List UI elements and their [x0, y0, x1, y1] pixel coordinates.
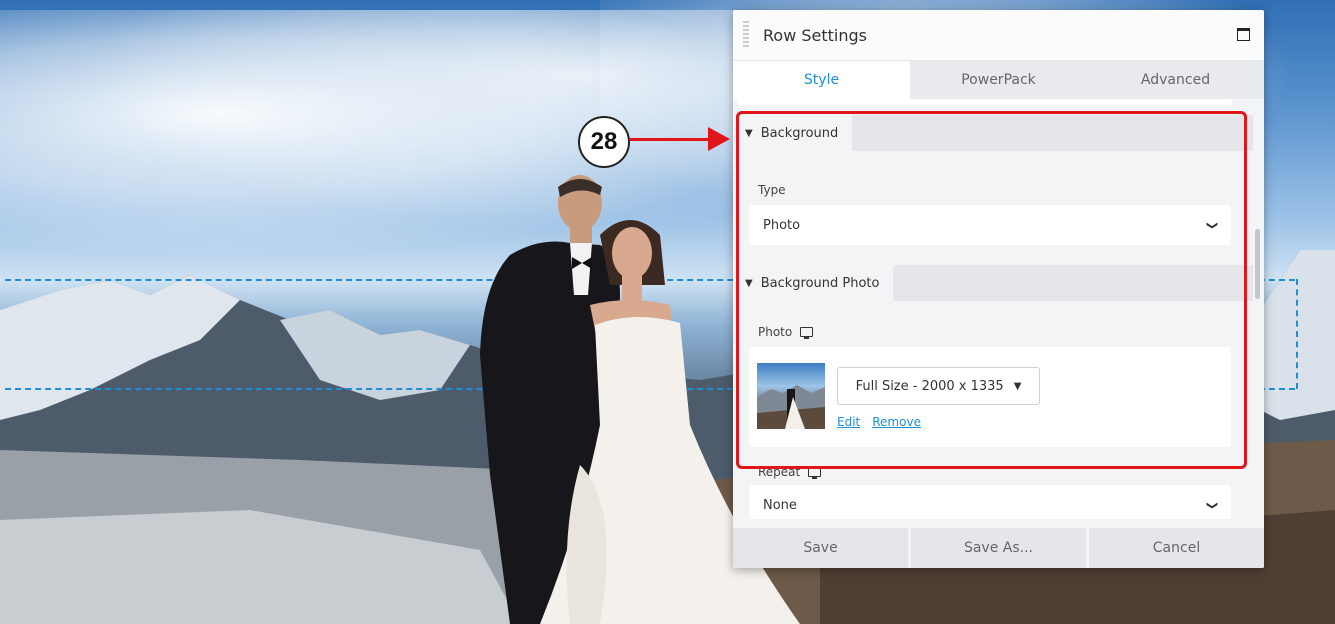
cancel-button[interactable]: Cancel — [1089, 528, 1264, 568]
tab-bar: Style PowerPack Advanced — [733, 61, 1264, 99]
panel-footer: Save Save As... Cancel — [733, 528, 1264, 568]
panel-scrollbar[interactable] — [1255, 229, 1260, 299]
row-guide-right — [1296, 279, 1298, 389]
panel-title: Row Settings — [763, 25, 867, 45]
tab-style[interactable]: Style — [733, 61, 910, 99]
repeat-value: None — [763, 497, 797, 513]
tab-powerpack[interactable]: PowerPack — [910, 61, 1087, 99]
save-button[interactable]: Save — [733, 528, 908, 568]
repeat-select[interactable]: None ❯ — [749, 485, 1231, 519]
save-as-button[interactable]: Save As... — [911, 528, 1086, 568]
tab-advanced[interactable]: Advanced — [1087, 61, 1264, 99]
drag-handle-icon[interactable] — [743, 21, 749, 49]
step-callout: 28 — [578, 116, 630, 168]
maximize-icon[interactable] — [1237, 28, 1250, 41]
chevron-down-icon: ❯ — [1205, 500, 1219, 510]
panel-header[interactable]: Row Settings — [733, 10, 1264, 61]
previous-field-edge — [737, 99, 1232, 105]
callout-arrow-line — [630, 138, 712, 141]
callout-arrow-head — [708, 127, 730, 151]
highlight-box — [736, 111, 1247, 469]
